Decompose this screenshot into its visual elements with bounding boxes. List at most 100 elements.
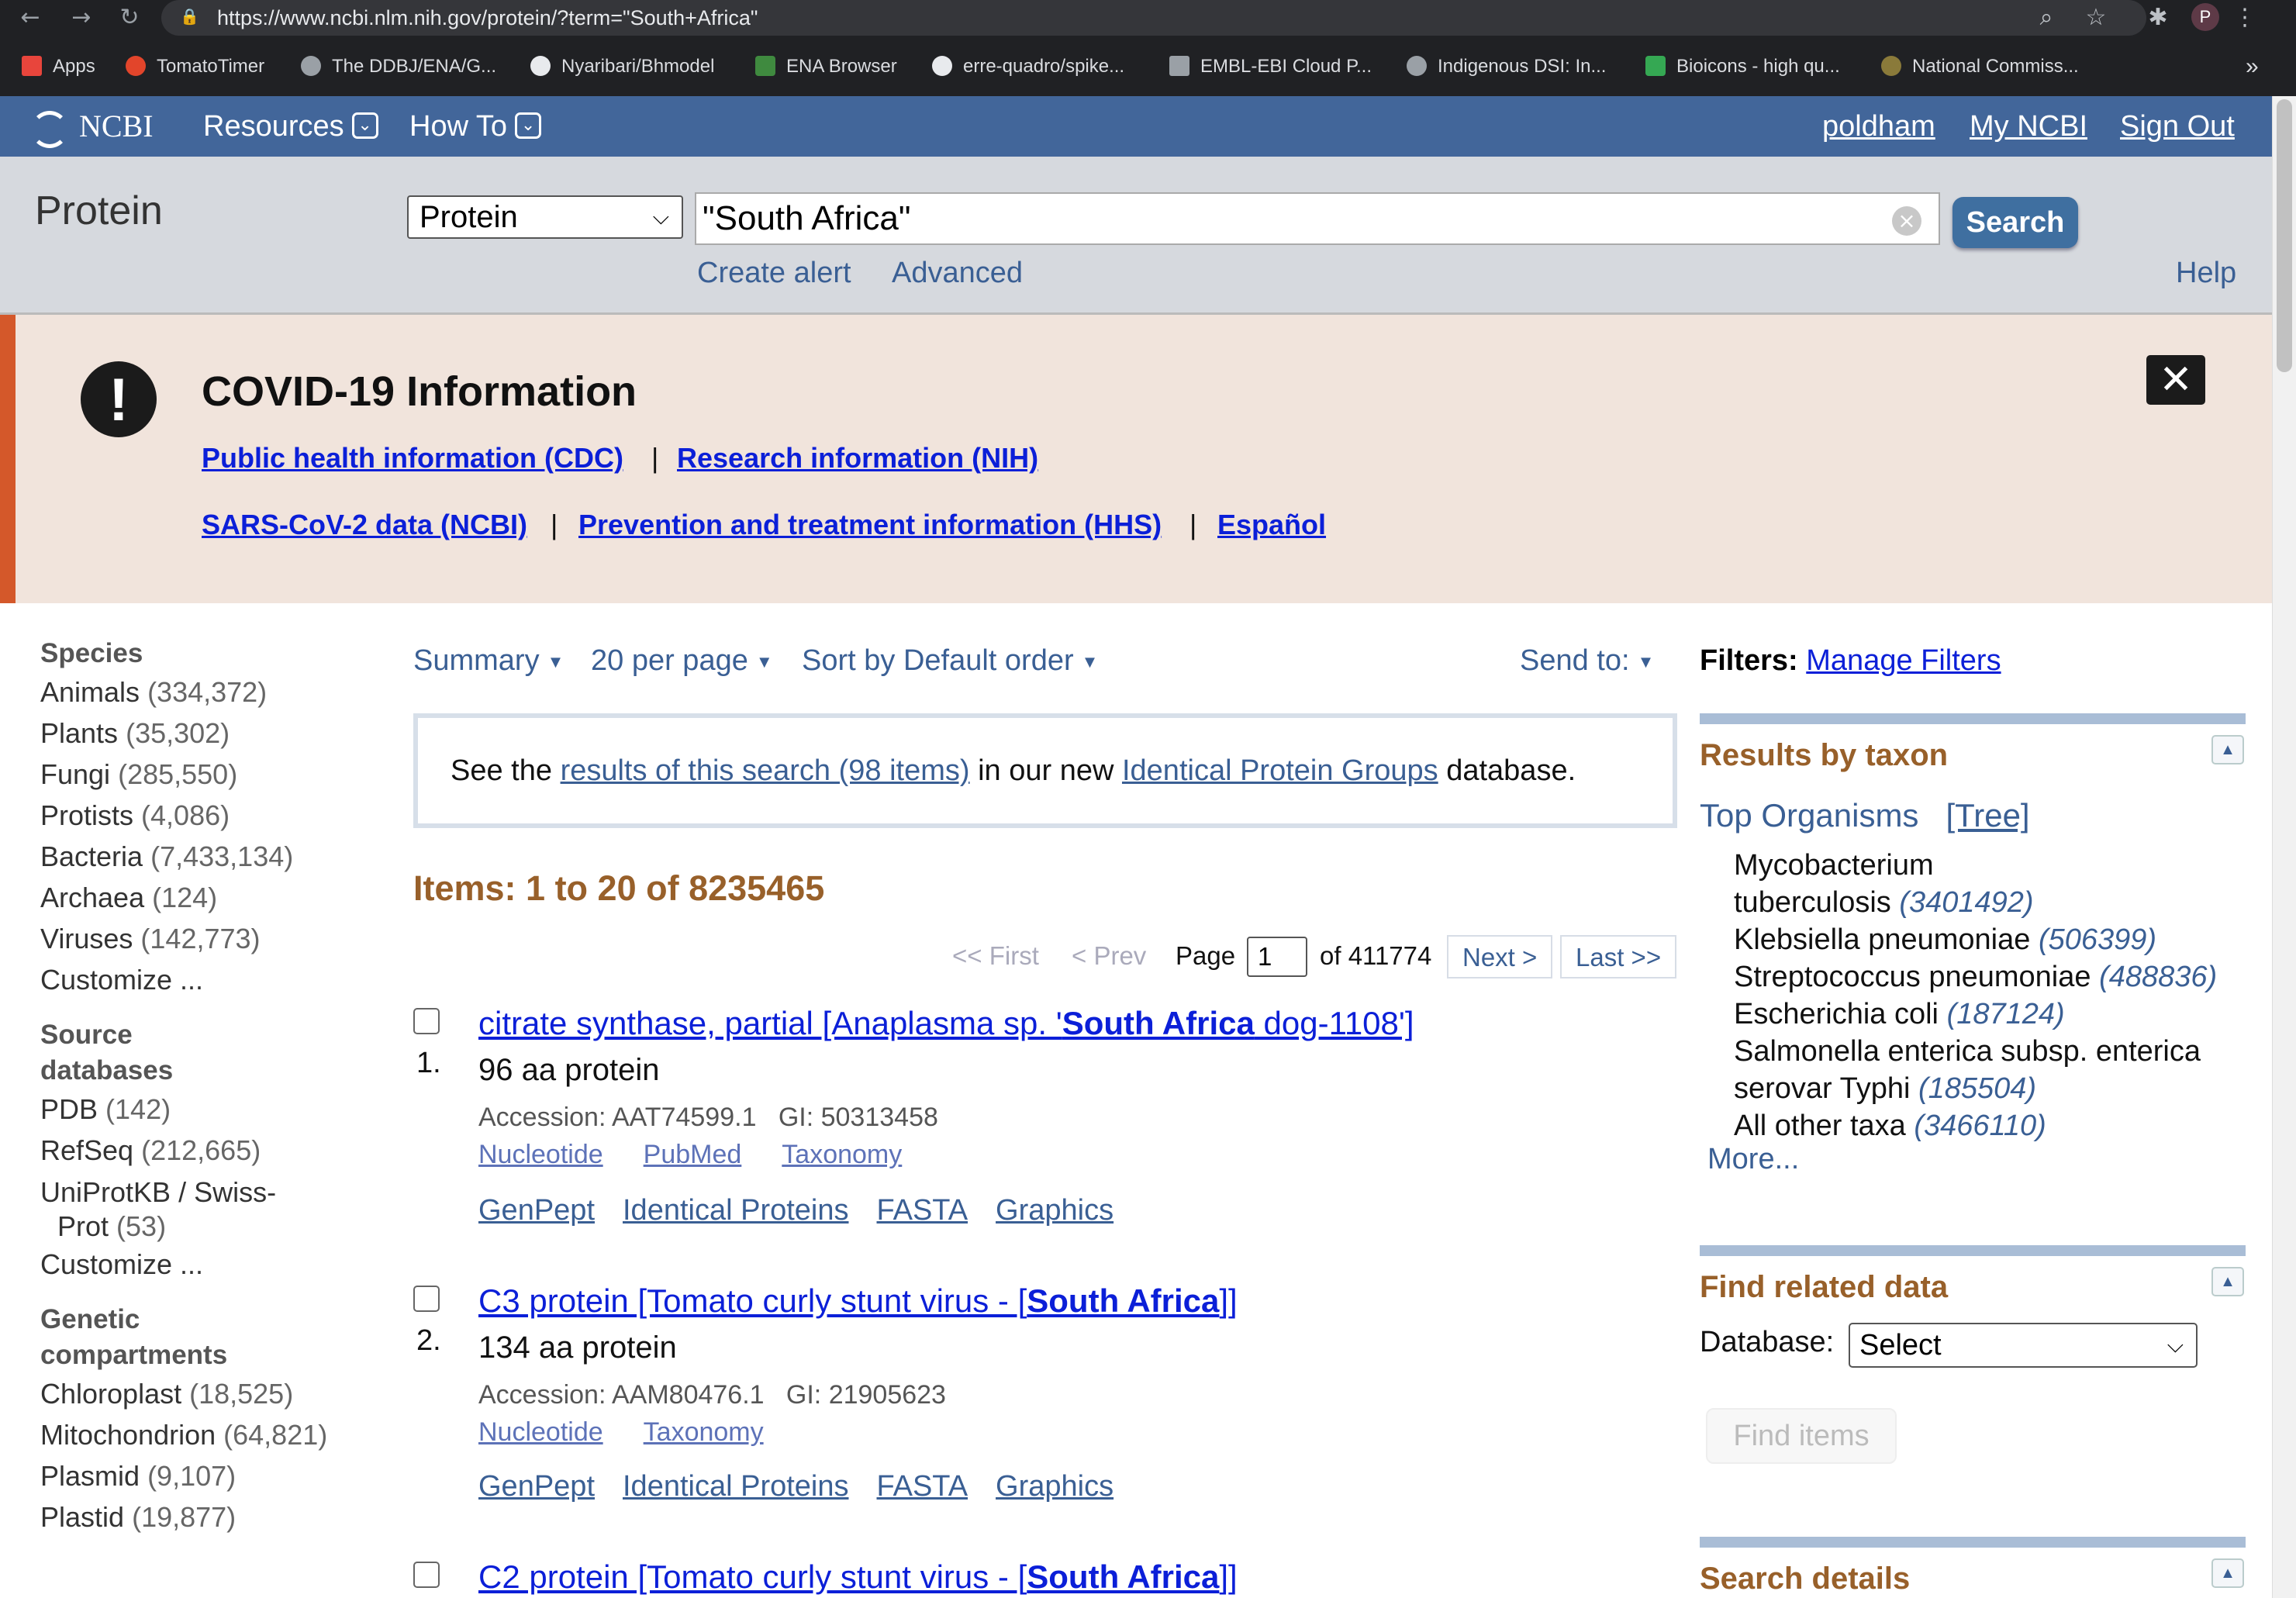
genpept-link[interactable]: GenPept <box>478 1470 595 1503</box>
browser-menu-icon[interactable]: ⋮ <box>2233 3 2256 33</box>
search-button[interactable]: Search <box>1952 197 2078 248</box>
bookmark-apps[interactable]: Apps <box>22 53 95 81</box>
facet-protists[interactable]: Protists (4,086) <box>40 795 366 836</box>
ipg-results-link[interactable]: results of this search (98 items) <box>561 754 970 787</box>
profile-avatar[interactable]: P <box>2191 3 2219 31</box>
bookmark-bhmodel[interactable]: Nyaribari/Bhmodel <box>530 53 714 81</box>
ncbi-logo[interactable]: NCBI <box>31 104 154 149</box>
hhs-link[interactable]: Prevention and treatment information (HH… <box>578 507 1162 543</box>
pubmed-link[interactable]: PubMed <box>644 1140 742 1169</box>
close-icon[interactable]: ✕ <box>2146 355 2205 405</box>
advanced-link[interactable]: Advanced <box>892 254 1023 292</box>
extensions-icon[interactable]: ✱ <box>2143 3 2173 33</box>
collapse-icon[interactable]: ▲ <box>2211 735 2244 764</box>
url-text[interactable]: https://www.ncbi.nlm.nih.gov/protein/?te… <box>217 4 758 32</box>
facet-pdb[interactable]: PDB (142) <box>40 1089 366 1130</box>
espanol-link[interactable]: Español <box>1217 507 1326 543</box>
summary-dropdown[interactable]: Summary ▼ <box>413 640 564 682</box>
customize-link[interactable]: Customize ... <box>40 959 366 1000</box>
cdc-link[interactable]: Public health information (CDC) <box>202 440 623 476</box>
create-alert-link[interactable]: Create alert <box>697 254 851 292</box>
username-link[interactable]: poldham <box>1822 107 1935 146</box>
prev-page-link[interactable]: < Prev <box>1072 935 1146 978</box>
organism-item[interactable]: Klebsiella pneumoniae (506399) <box>1734 921 2246 958</box>
result-checkbox[interactable] <box>413 1008 440 1034</box>
facet-archaea[interactable]: Archaea (124) <box>40 877 366 918</box>
result-title-link[interactable]: C2 protein [Tomato curly stunt virus - [… <box>478 1558 1238 1596</box>
organism-item[interactable]: Mycobacterium tuberculosis (3401492) <box>1734 847 2246 921</box>
related-database-select[interactable]: Select ⌵ <box>1849 1323 2198 1368</box>
facet-plastid[interactable]: Plastid (19,877) <box>40 1496 366 1538</box>
facet-mitochondrion[interactable]: Mitochondrion (64,821) <box>40 1414 366 1455</box>
nucleotide-link[interactable]: Nucleotide <box>478 1140 603 1169</box>
tree-link[interactable]: [Tree] <box>1946 797 2029 834</box>
howto-menu[interactable]: How To ⌄ <box>409 107 542 146</box>
sort-dropdown[interactable]: Sort by Default order ▼ <box>802 640 1098 682</box>
identical-proteins-link[interactable]: Identical Proteins <box>623 1194 849 1227</box>
bookmark-spike[interactable]: erre-quadro/spike... <box>932 53 1124 81</box>
clear-icon[interactable]: × <box>1892 206 1921 236</box>
search-input[interactable]: "South Africa" × <box>695 192 1940 245</box>
bookmark-bioicons[interactable]: Bioicons - high qu... <box>1645 53 1840 81</box>
collapse-icon[interactable]: ▲ <box>2211 1558 2244 1588</box>
send-to-dropdown[interactable]: Send to: ▼ <box>1520 640 1654 682</box>
more-organisms-link[interactable]: More... <box>1707 1143 1799 1176</box>
result-checkbox[interactable] <box>413 1286 440 1312</box>
facet-plants[interactable]: Plants (35,302) <box>40 713 366 754</box>
sign-out-link[interactable]: Sign Out <box>2120 107 2235 146</box>
facet-viruses[interactable]: Viruses (142,773) <box>40 918 366 959</box>
organism-item[interactable]: All other taxa (3466110) <box>1734 1107 2246 1144</box>
per-page-dropdown[interactable]: 20 per page ▼ <box>591 640 773 682</box>
bookmark-ddbj[interactable]: The DDBJ/ENA/G... <box>301 53 496 81</box>
facet-chloroplast[interactable]: Chloroplast (18,525) <box>40 1373 366 1414</box>
last-page-button[interactable]: Last >> <box>1560 935 1677 978</box>
taxonomy-link[interactable]: Taxonomy <box>644 1417 764 1447</box>
bookmark-embl[interactable]: EMBL-EBI Cloud P... <box>1169 53 1372 81</box>
genpept-link[interactable]: GenPept <box>478 1194 595 1227</box>
resources-menu[interactable]: Resources ⌄ <box>203 107 378 146</box>
facet-animals[interactable]: Animals (334,372) <box>40 671 366 713</box>
facet-fungi[interactable]: Fungi (285,550) <box>40 754 366 795</box>
result-title-link[interactable]: citrate synthase, partial [Anaplasma sp.… <box>478 1005 1414 1042</box>
zoom-icon[interactable]: ⌕ <box>2032 3 2061 33</box>
star-icon[interactable]: ☆ <box>2081 3 2111 33</box>
fasta-link[interactable]: FASTA <box>877 1470 968 1503</box>
page-input[interactable]: 1 <box>1247 937 1307 977</box>
reload-icon[interactable]: ↻ <box>116 5 143 31</box>
collapse-icon[interactable]: ▲ <box>2211 1267 2244 1296</box>
first-page-link[interactable]: << First <box>952 935 1039 978</box>
back-icon[interactable]: ← <box>17 5 43 31</box>
fasta-link[interactable]: FASTA <box>877 1194 968 1227</box>
bookmark-indigenous[interactable]: Indigenous DSI: In... <box>1407 53 1606 81</box>
ipg-database-link[interactable]: Identical Protein Groups <box>1122 754 1438 787</box>
identical-proteins-link[interactable]: Identical Proteins <box>623 1470 849 1503</box>
organism-item[interactable]: Salmonella enterica subsp. enterica serov… <box>1734 1033 2246 1107</box>
graphics-link[interactable]: Graphics <box>996 1470 1113 1503</box>
help-link[interactable]: Help <box>2176 254 2236 292</box>
ncbi-sars-link[interactable]: SARS-CoV-2 data (NCBI) <box>202 507 527 543</box>
facet-plasmid[interactable]: Plasmid (9,107) <box>40 1455 366 1496</box>
customize-link[interactable]: Customize ... <box>40 1244 366 1285</box>
result-title-link[interactable]: C3 protein [Tomato curly stunt virus - [… <box>478 1282 1238 1320</box>
bookmark-national[interactable]: National Commiss... <box>1881 53 2079 81</box>
facet-refseq[interactable]: RefSeq (212,665) <box>40 1130 366 1171</box>
taxonomy-link[interactable]: Taxonomy <box>782 1140 902 1169</box>
my-ncbi-link[interactable]: My NCBI <box>1970 107 2087 146</box>
find-items-button[interactable]: Find items <box>1706 1408 1897 1464</box>
organism-item[interactable]: Escherichia coli (187124) <box>1734 996 2246 1033</box>
forward-icon[interactable]: → <box>68 5 95 31</box>
database-select[interactable]: Protein ⌵ <box>407 195 683 239</box>
organism-item[interactable]: Streptococcus pneumoniae (488836) <box>1734 958 2246 996</box>
facet-bacteria[interactable]: Bacteria (7,433,134) <box>40 836 366 877</box>
nih-link[interactable]: Research information (NIH) <box>677 440 1038 476</box>
bookmark-tomatotimer[interactable]: TomatoTimer <box>126 53 264 81</box>
next-page-button[interactable]: Next > <box>1447 935 1553 978</box>
manage-filters-link[interactable]: Manage Filters <box>1806 644 2001 677</box>
scrollbar-thumb[interactable] <box>2277 99 2292 372</box>
graphics-link[interactable]: Graphics <box>996 1194 1113 1227</box>
facet-uniprot[interactable]: UniProtKB / Swiss- Prot (53) <box>40 1171 366 1244</box>
nucleotide-link[interactable]: Nucleotide <box>478 1417 603 1447</box>
result-checkbox[interactable] <box>413 1562 440 1588</box>
bookmark-ena[interactable]: ENA Browser <box>755 53 897 81</box>
bookmarks-more[interactable]: » <box>2246 53 2259 81</box>
